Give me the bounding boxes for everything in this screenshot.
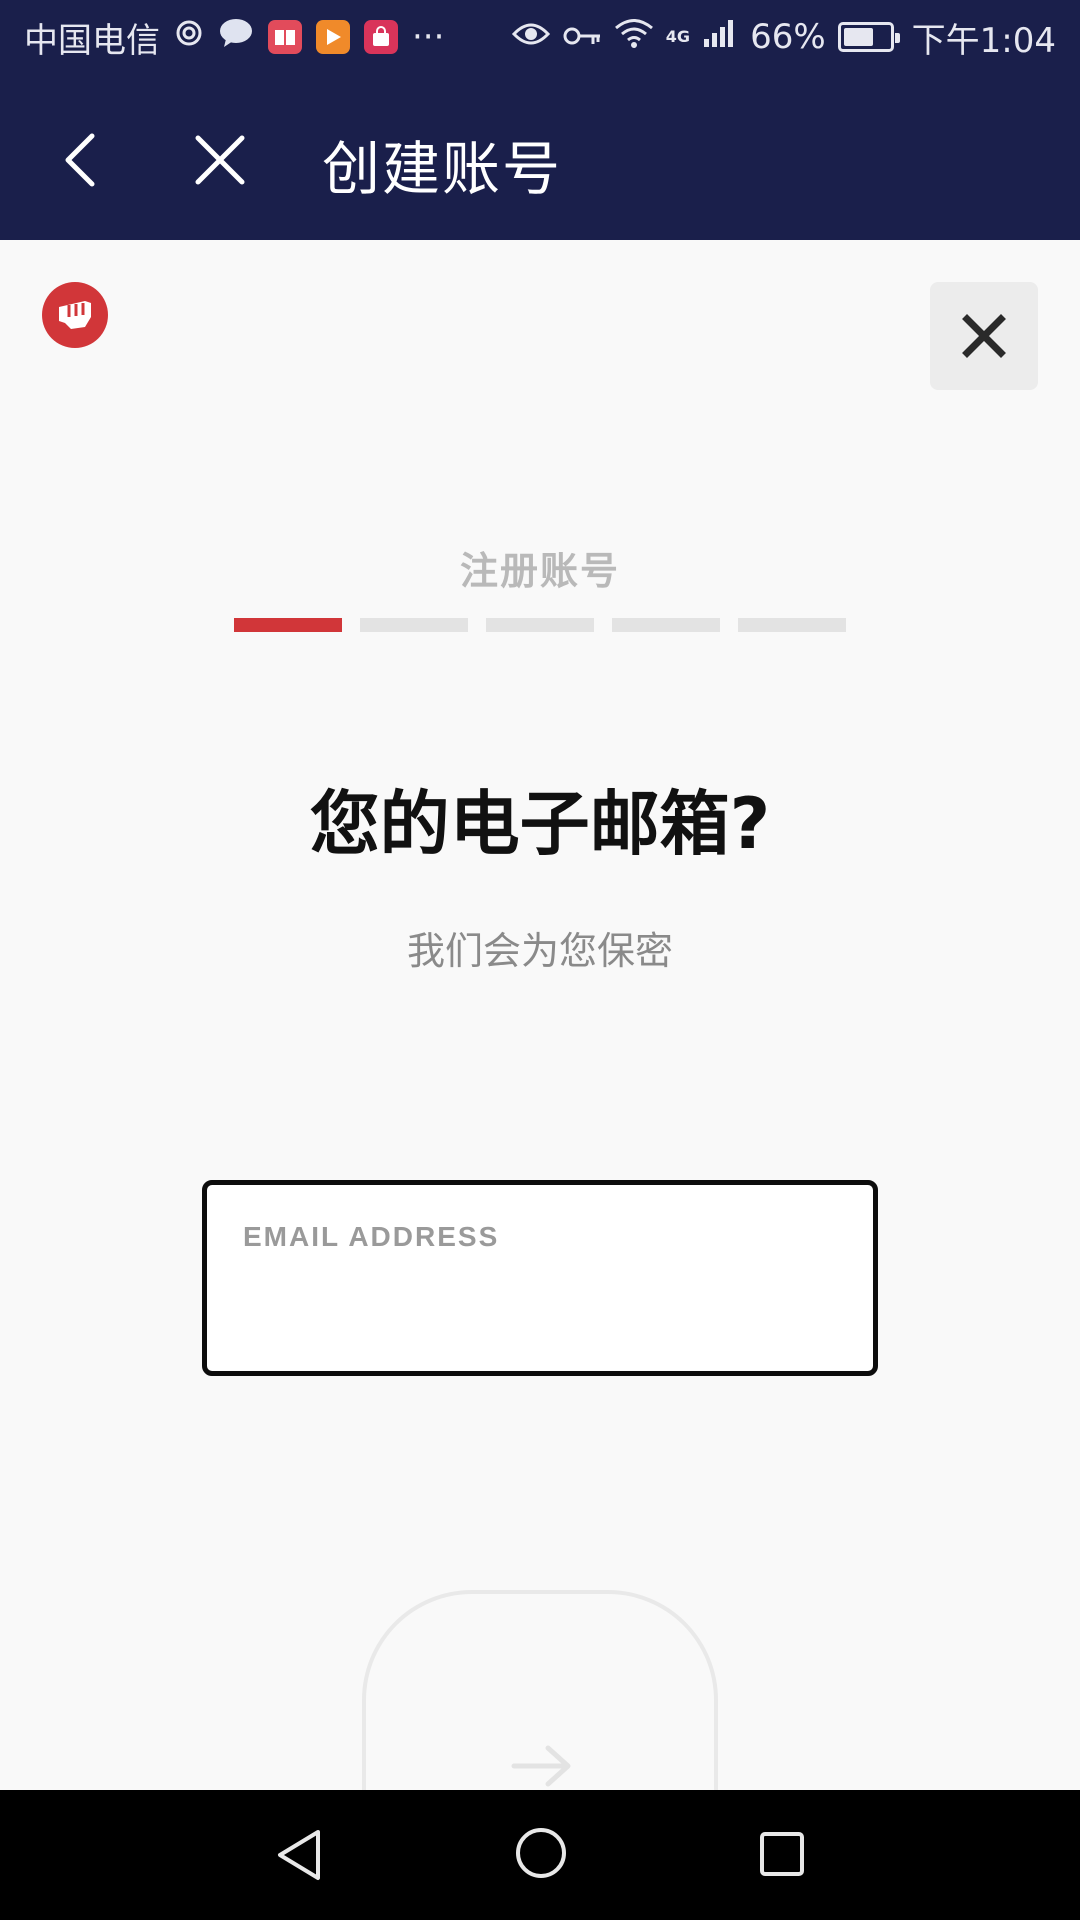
status-bar: 中国电信 ··· 4G 66% 下午1:04 — [0, 0, 1080, 74]
chevron-left-icon — [65, 133, 95, 187]
progress-step-4 — [612, 618, 720, 632]
email-field[interactable]: EMAIL ADDRESS — [202, 1180, 878, 1376]
more-notifications-indicator: ··· — [412, 17, 445, 57]
book-app-icon — [268, 20, 302, 54]
progress-step-1 — [234, 618, 342, 632]
battery-percent: 66% — [750, 17, 826, 57]
eye-icon — [511, 17, 550, 57]
email-input[interactable] — [243, 1277, 843, 1347]
privacy-subtitle: 我们会为您保密 — [406, 929, 673, 973]
battery-fill — [843, 28, 873, 46]
key-icon — [562, 17, 602, 57]
clock: 下午1:04 — [911, 20, 1056, 61]
battery-icon — [837, 22, 900, 52]
arrow-right-icon — [511, 1745, 571, 1787]
page-title: 创建账号 — [322, 135, 563, 203]
email-field-label: EMAIL ADDRESS — [243, 1221, 500, 1252]
carrier-label: 中国电信 — [24, 20, 160, 61]
network-type-label: 4G — [665, 26, 691, 46]
back-button[interactable] — [52, 130, 112, 190]
close-icon — [962, 314, 1006, 358]
step-progress-bar — [234, 618, 846, 632]
step-title: 注册账号 — [459, 549, 620, 593]
fist-icon — [59, 301, 91, 329]
video-app-icon — [316, 20, 350, 54]
email-question-heading: 您的电子邮箱? — [309, 783, 771, 865]
square-recents-icon — [760, 1832, 804, 1876]
triangle-back-icon — [278, 1830, 320, 1880]
eye-comfort-icon — [174, 17, 204, 57]
chat-bubble-icon — [218, 17, 254, 58]
close-signup-button[interactable] — [930, 282, 1038, 390]
close-webview-button[interactable] — [190, 130, 250, 190]
close-icon — [195, 135, 245, 185]
wifi-icon — [614, 17, 654, 58]
system-back-button[interactable] — [274, 1828, 324, 1886]
signal-icon — [702, 17, 738, 58]
progress-step-5 — [738, 618, 846, 632]
circle-home-icon — [516, 1828, 566, 1878]
riot-fist-logo — [42, 282, 108, 348]
system-recents-button[interactable] — [758, 1830, 806, 1882]
progress-step-2 — [360, 618, 468, 632]
system-home-button[interactable] — [514, 1826, 568, 1884]
top-nav-bar: 创建账号 — [0, 74, 1080, 240]
shopping-app-icon — [364, 20, 398, 54]
progress-step-3 — [486, 618, 594, 632]
system-navigation-bar — [0, 1790, 1080, 1920]
